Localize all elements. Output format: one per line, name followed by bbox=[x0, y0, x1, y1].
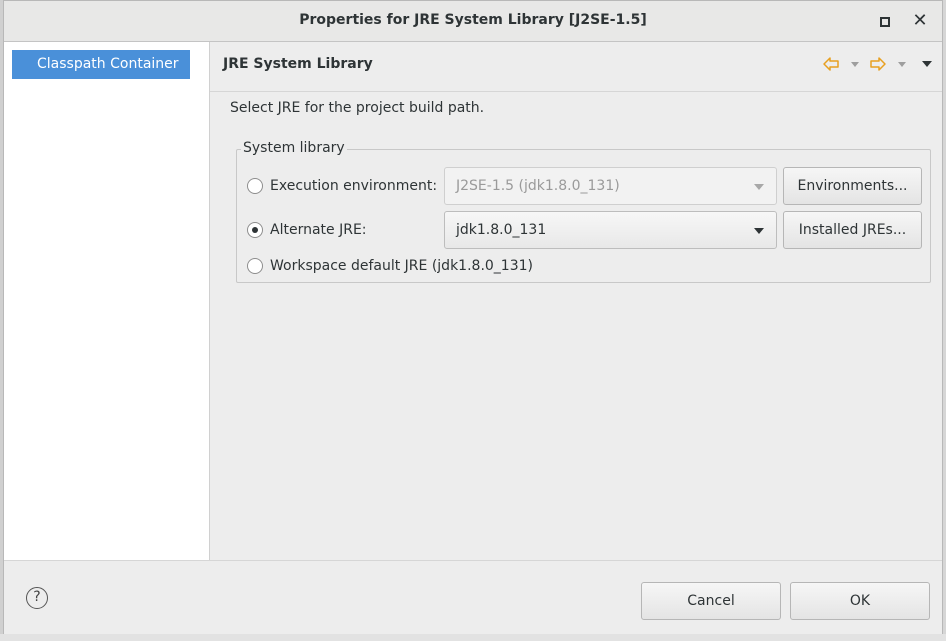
page-description: Select JRE for the project build path. bbox=[230, 100, 485, 116]
title-bar: Properties for JRE System Library [J2SE-… bbox=[4, 1, 942, 42]
system-library-group: System library Execution environment: J2… bbox=[236, 140, 931, 283]
close-icon[interactable]: ✕ bbox=[910, 11, 930, 31]
workspace-default-label: Workspace default JRE (jdk1.8.0_131) bbox=[270, 258, 533, 274]
page-header: JRE System Library bbox=[210, 42, 942, 92]
execution-environment-radio[interactable] bbox=[247, 178, 263, 194]
forward-arrow-icon[interactable] bbox=[869, 56, 887, 72]
workspace-default-radio[interactable] bbox=[247, 258, 263, 274]
alternate-jre-combo[interactable]: jdk1.8.0_131 bbox=[444, 211, 777, 249]
environments-button[interactable]: Environments... bbox=[783, 167, 922, 205]
back-dropdown-icon[interactable] bbox=[850, 61, 859, 67]
page-title: JRE System Library bbox=[223, 56, 373, 72]
execution-environment-combo[interactable]: J2SE-1.5 (jdk1.8.0_131) bbox=[444, 167, 777, 205]
alternate-jre-value: jdk1.8.0_131 bbox=[456, 222, 547, 238]
background-window-bottom bbox=[0, 634, 946, 641]
back-arrow-icon[interactable] bbox=[822, 56, 840, 72]
navigation-tree: Classpath Container bbox=[4, 42, 210, 560]
properties-dialog: Properties for JRE System Library [J2SE-… bbox=[3, 0, 943, 634]
execution-environment-label: Execution environment: bbox=[270, 178, 438, 194]
view-menu-icon[interactable] bbox=[922, 61, 932, 67]
cancel-button[interactable]: Cancel bbox=[641, 582, 781, 620]
chevron-down-icon bbox=[754, 184, 764, 190]
nav-item-classpath-container[interactable]: Classpath Container bbox=[12, 50, 190, 79]
question-mark-icon[interactable]: ? bbox=[26, 587, 48, 609]
forward-dropdown-icon[interactable] bbox=[897, 61, 906, 67]
alternate-jre-option[interactable]: Alternate JRE: bbox=[247, 219, 367, 241]
dialog-title: Properties for JRE System Library [J2SE-… bbox=[299, 12, 647, 28]
execution-environment-value: J2SE-1.5 (jdk1.8.0_131) bbox=[456, 178, 620, 194]
alternate-jre-radio[interactable] bbox=[247, 222, 263, 238]
page-navigation bbox=[822, 56, 932, 76]
installed-jres-button[interactable]: Installed JREs... bbox=[783, 211, 922, 249]
group-label: System library bbox=[241, 140, 347, 156]
chevron-down-icon bbox=[754, 228, 764, 234]
page-content: JRE System Library Select JRE for the pr… bbox=[210, 42, 942, 560]
maximize-icon[interactable] bbox=[874, 11, 894, 31]
ok-button[interactable]: OK bbox=[790, 582, 930, 620]
alternate-jre-label: Alternate JRE: bbox=[270, 222, 367, 238]
workspace-default-option[interactable]: Workspace default JRE (jdk1.8.0_131) bbox=[247, 255, 533, 277]
dialog-footer: ? Cancel OK bbox=[4, 560, 942, 634]
execution-environment-option[interactable]: Execution environment: bbox=[247, 175, 437, 197]
